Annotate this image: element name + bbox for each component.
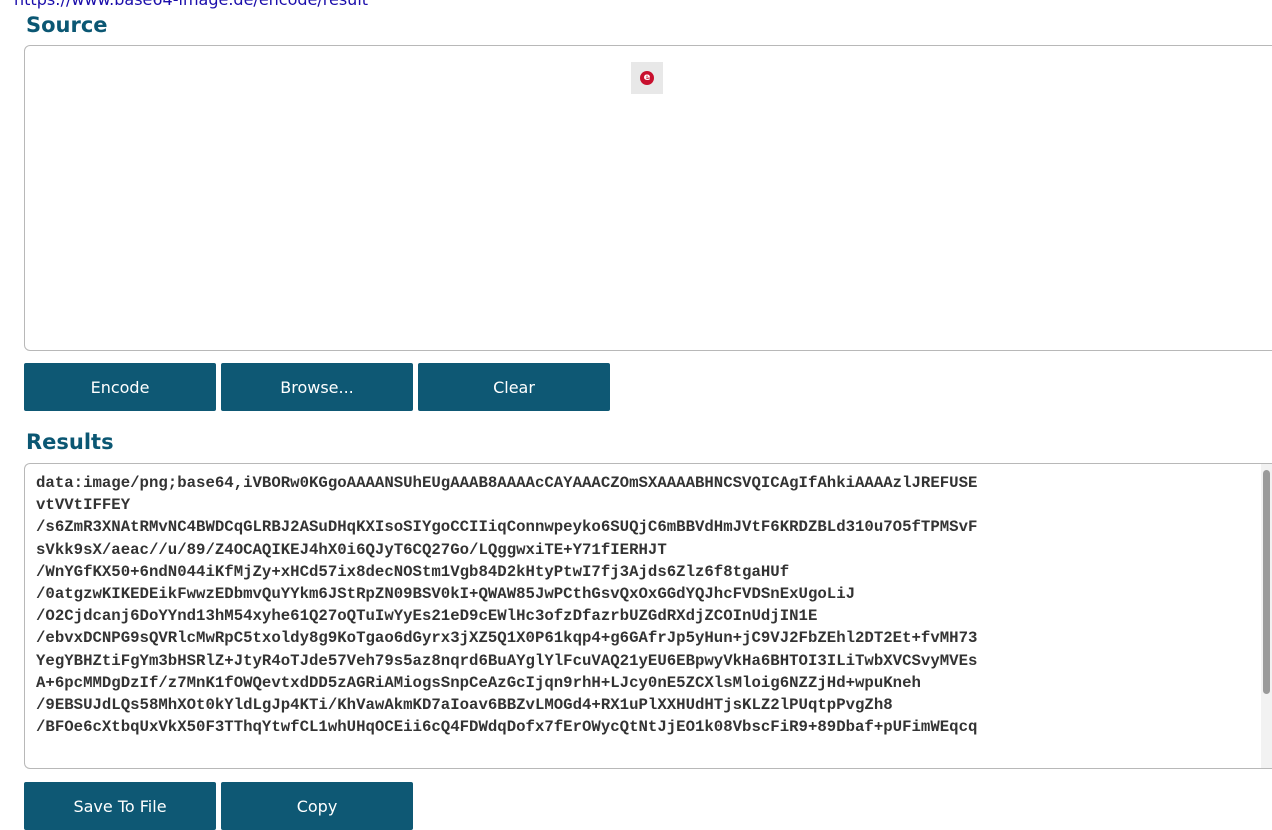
page-url-link[interactable]: https://www.base64-image.de/encode/resul… [14, 0, 368, 9]
base64-output-text[interactable]: data:image/png;base64,iVBORw0KGgoAAAANSU… [36, 472, 1250, 738]
source-heading: Source [26, 13, 108, 37]
results-scrollbar[interactable] [1261, 464, 1272, 768]
results-textarea[interactable]: data:image/png;base64,iVBORw0KGgoAAAANSU… [24, 463, 1272, 769]
results-heading: Results [26, 430, 114, 454]
logo-icon: e [640, 71, 654, 85]
clear-button[interactable]: Clear [418, 363, 610, 411]
browse-button[interactable]: Browse... [221, 363, 413, 411]
encode-button[interactable]: Encode [24, 363, 216, 411]
save-to-file-button[interactable]: Save To File [24, 782, 216, 830]
source-drop-area[interactable]: e [24, 45, 1272, 351]
source-image-preview: e [631, 62, 663, 94]
results-scrollbar-thumb[interactable] [1263, 470, 1270, 694]
copy-button[interactable]: Copy [221, 782, 413, 830]
